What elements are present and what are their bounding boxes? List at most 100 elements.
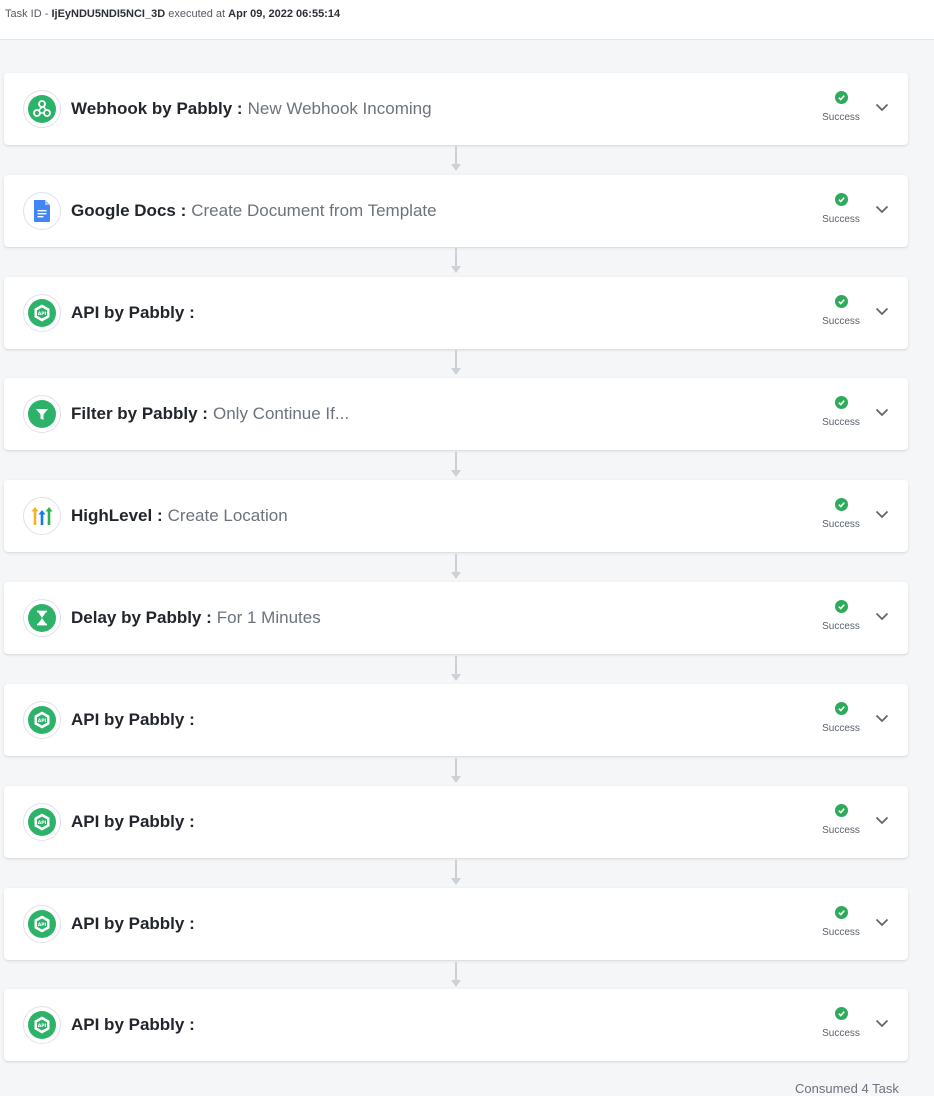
highlevel-icon bbox=[23, 497, 61, 535]
step-app-name: API by Pabbly : bbox=[71, 1015, 195, 1034]
step-title: API by Pabbly : bbox=[71, 277, 200, 349]
check-circle-icon bbox=[834, 295, 848, 308]
status-label: Success bbox=[822, 214, 860, 225]
chevron-down-icon[interactable] bbox=[874, 303, 890, 319]
check-circle-icon bbox=[834, 1007, 848, 1020]
svg-text:API: API bbox=[38, 1023, 47, 1029]
api-icon: API bbox=[23, 905, 61, 943]
status-badge: Success bbox=[810, 1007, 872, 1039]
status-label: Success bbox=[822, 621, 860, 632]
api-icon: API bbox=[23, 701, 61, 739]
status-badge: Success bbox=[810, 91, 872, 123]
step-title: Webhook by Pabbly : New Webhook Incoming bbox=[71, 73, 432, 145]
chevron-down-icon[interactable] bbox=[874, 99, 890, 115]
chevron-down-icon[interactable] bbox=[874, 201, 890, 217]
status-label: Success bbox=[822, 112, 860, 123]
check-circle-icon bbox=[834, 702, 848, 715]
status-label: Success bbox=[822, 519, 860, 530]
api-icon: API bbox=[23, 1006, 61, 1044]
task-header: Task ID - IjEyNDU5NDI5NCI_3D executed at… bbox=[0, 0, 934, 40]
step-app-name: API by Pabbly : bbox=[71, 303, 195, 322]
step-card[interactable]: API API by Pabbly : Success bbox=[4, 989, 908, 1061]
google-docs-icon bbox=[23, 192, 61, 230]
executed-timestamp: Apr 09, 2022 06:55:14 bbox=[228, 8, 341, 20]
step-action: Create Location bbox=[167, 506, 288, 525]
connector-arrow bbox=[451, 656, 461, 681]
step-action: Only Continue If... bbox=[212, 404, 350, 423]
api-icon: API bbox=[23, 294, 61, 332]
connector-arrow bbox=[451, 554, 461, 579]
step-app-name: API by Pabbly : bbox=[71, 914, 195, 933]
step-app-name: Google Docs : bbox=[71, 201, 187, 220]
chevron-down-icon[interactable] bbox=[874, 506, 890, 522]
status-badge: Success bbox=[810, 498, 872, 530]
connector-arrow bbox=[451, 962, 461, 987]
webhook-icon bbox=[23, 90, 61, 128]
chevron-down-icon[interactable] bbox=[874, 608, 890, 624]
svg-text:API: API bbox=[38, 718, 47, 724]
task-id-value: IjEyNDU5NDI5NCI_3D bbox=[51, 8, 166, 20]
step-app-name: Webhook by Pabbly : bbox=[71, 99, 243, 118]
chevron-down-icon[interactable] bbox=[874, 404, 890, 420]
step-card[interactable]: API API by Pabbly : Success bbox=[4, 786, 908, 858]
chevron-down-icon[interactable] bbox=[874, 1015, 890, 1031]
task-id-label: Task ID - bbox=[5, 8, 49, 20]
step-card[interactable]: API API by Pabbly : Success bbox=[4, 684, 908, 756]
status-badge: Success bbox=[810, 906, 872, 938]
check-circle-icon bbox=[834, 193, 848, 206]
step-title: API by Pabbly : bbox=[71, 989, 200, 1061]
check-circle-icon bbox=[834, 804, 848, 817]
filter-icon bbox=[23, 395, 61, 433]
step-app-name: Filter by Pabbly : bbox=[71, 404, 208, 423]
step-app-name: HighLevel : bbox=[71, 506, 163, 525]
api-icon: API bbox=[23, 803, 61, 841]
status-label: Success bbox=[822, 316, 860, 327]
connector-arrow bbox=[451, 248, 461, 273]
check-circle-icon bbox=[834, 498, 848, 511]
connector-arrow bbox=[451, 452, 461, 477]
step-card[interactable]: Delay by Pabbly : For 1 Minutes Success bbox=[4, 582, 908, 654]
step-title: Delay by Pabbly : For 1 Minutes bbox=[71, 582, 321, 654]
chevron-down-icon[interactable] bbox=[874, 812, 890, 828]
status-badge: Success bbox=[810, 396, 872, 428]
svg-text:API: API bbox=[38, 311, 47, 317]
status-badge: Success bbox=[810, 702, 872, 734]
step-title: API by Pabbly : bbox=[71, 786, 200, 858]
status-label: Success bbox=[822, 1028, 860, 1039]
step-action: New Webhook Incoming bbox=[247, 99, 432, 118]
step-app-name: Delay by Pabbly : bbox=[71, 608, 212, 627]
check-circle-icon bbox=[834, 396, 848, 409]
step-title: API by Pabbly : bbox=[71, 888, 200, 960]
chevron-down-icon[interactable] bbox=[874, 710, 890, 726]
step-card[interactable]: API API by Pabbly : Success bbox=[4, 888, 908, 960]
connector-arrow bbox=[451, 146, 461, 171]
step-card[interactable]: Webhook by Pabbly : New Webhook Incoming … bbox=[4, 73, 908, 145]
executed-label: executed at bbox=[168, 8, 226, 20]
step-card[interactable]: HighLevel : Create Location Success bbox=[4, 480, 908, 552]
svg-text:API: API bbox=[38, 820, 47, 826]
step-action: Create Document from Template bbox=[191, 201, 437, 220]
step-app-name: API by Pabbly : bbox=[71, 812, 195, 831]
status-label: Success bbox=[822, 723, 860, 734]
connector-arrow bbox=[451, 350, 461, 375]
step-title: HighLevel : Create Location bbox=[71, 480, 288, 552]
chevron-down-icon[interactable] bbox=[874, 914, 890, 930]
consumed-tasks-text: Consumed 4 Task bbox=[795, 1081, 899, 1096]
step-card[interactable]: API API by Pabbly : Success bbox=[4, 277, 908, 349]
step-action: For 1 Minutes bbox=[216, 608, 321, 627]
connector-arrow bbox=[451, 860, 461, 885]
step-card[interactable]: Filter by Pabbly : Only Continue If... Su… bbox=[4, 378, 908, 450]
step-title: API by Pabbly : bbox=[71, 684, 200, 756]
check-circle-icon bbox=[834, 906, 848, 919]
status-label: Success bbox=[822, 825, 860, 836]
step-title: Filter by Pabbly : Only Continue If... bbox=[71, 378, 349, 450]
check-circle-icon bbox=[834, 91, 848, 104]
svg-text:API: API bbox=[38, 922, 47, 928]
status-badge: Success bbox=[810, 295, 872, 327]
step-card[interactable]: Google Docs : Create Document from Templa… bbox=[4, 175, 908, 247]
step-app-name: API by Pabbly : bbox=[71, 710, 195, 729]
status-badge: Success bbox=[810, 193, 872, 225]
status-badge: Success bbox=[810, 804, 872, 836]
delay-icon bbox=[23, 599, 61, 637]
status-label: Success bbox=[822, 417, 860, 428]
